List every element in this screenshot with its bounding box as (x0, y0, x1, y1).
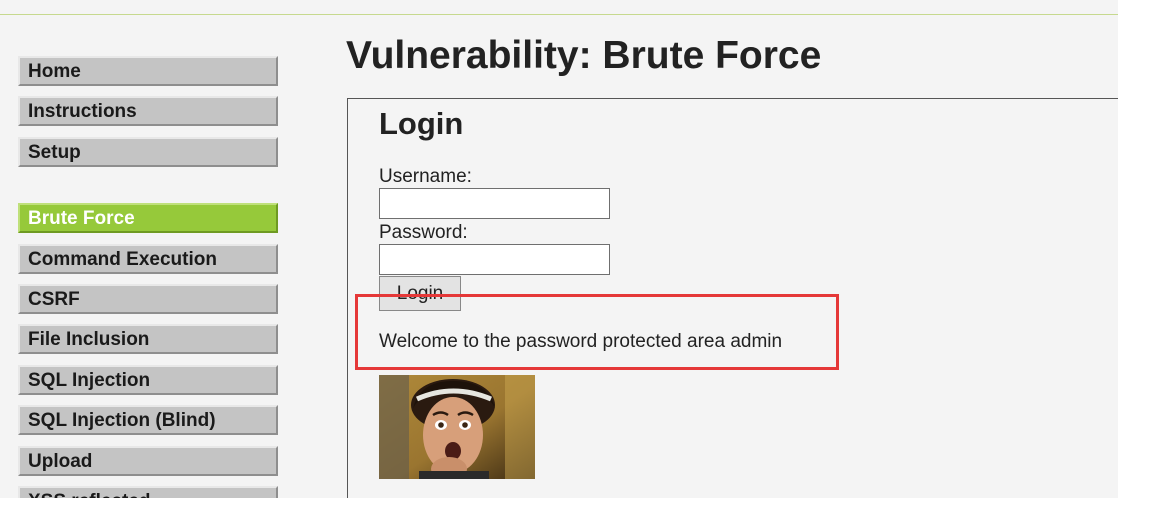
login-heading: Login (379, 106, 464, 141)
sidebar-item-instructions[interactable]: Instructions (18, 96, 278, 126)
username-label: Username: (379, 166, 472, 187)
sidebar-item-sql-injection-blind[interactable]: SQL Injection (Blind) (18, 405, 278, 435)
top-divider (0, 14, 1118, 15)
sidebar-item-setup[interactable]: Setup (18, 137, 278, 167)
page-title: Vulnerability: Brute Force (346, 34, 822, 77)
sidebar-item-file-inclusion[interactable]: File Inclusion (18, 324, 278, 354)
sidebar-item-xss-reflected[interactable]: XSS reflected (18, 486, 278, 498)
welcome-message: Welcome to the password protected area a… (379, 331, 783, 352)
sidebar-item-command-execution[interactable]: Command Execution (18, 244, 278, 274)
sidebar-item-brute-force[interactable]: Brute Force (18, 203, 278, 233)
password-label: Password: (379, 222, 468, 243)
login-button[interactable]: Login (379, 276, 461, 311)
avatar (379, 375, 535, 479)
page: Home Instructions Setup Brute Force Comm… (0, 0, 1118, 498)
sidebar-item-csrf[interactable]: CSRF (18, 284, 278, 314)
sidebar-item-home[interactable]: Home (18, 56, 278, 86)
sidebar-item-upload[interactable]: Upload (18, 446, 278, 476)
sidebar-item-sql-injection[interactable]: SQL Injection (18, 365, 278, 395)
username-field[interactable] (379, 188, 610, 219)
password-field[interactable] (379, 244, 610, 275)
